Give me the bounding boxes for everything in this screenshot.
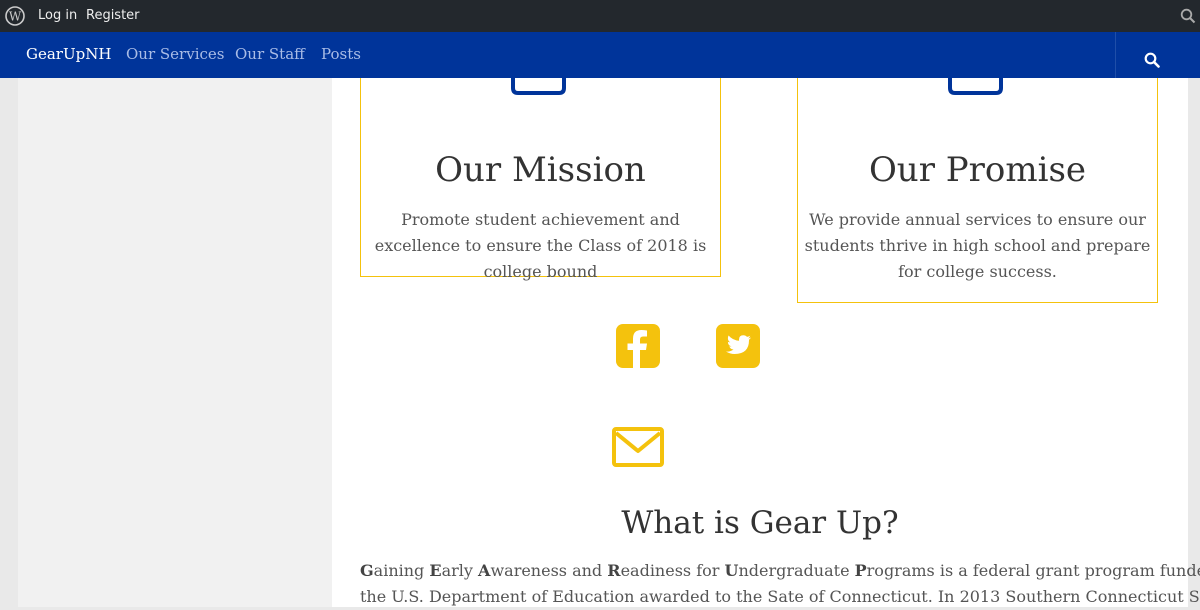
facebook-icon[interactable] bbox=[616, 324, 660, 368]
acronym-part: Gaining bbox=[360, 561, 430, 580]
promise-title: Our Promise bbox=[868, 150, 1087, 190]
admin-bar: W Log in Register bbox=[0, 0, 1200, 32]
nav-item-our-staff[interactable]: Our Staff bbox=[235, 45, 305, 63]
laptop-icon bbox=[948, 78, 1003, 95]
gear-up-title: What is Gear Up? bbox=[621, 505, 899, 541]
nav-item-our-services[interactable]: Our Services bbox=[126, 45, 224, 63]
wordpress-icon[interactable]: W bbox=[5, 6, 25, 26]
nav-search-button[interactable] bbox=[1115, 32, 1200, 78]
acronym-part: Programs bbox=[854, 561, 935, 580]
page-margin-right bbox=[1188, 78, 1200, 607]
mission-text: Promote student achievement and excellen… bbox=[374, 210, 707, 281]
email-icon[interactable] bbox=[612, 427, 664, 469]
twitter-icon[interactable] bbox=[716, 324, 760, 368]
promise-card: Our Promise We provide annual services t… bbox=[797, 78, 1158, 303]
gear-up-description: Gaining Early Awareness and Readiness fo… bbox=[360, 558, 1200, 610]
description-line2: the U.S. Department of Education awarded… bbox=[360, 587, 1200, 606]
site-brand[interactable]: GearUpNH bbox=[26, 45, 111, 63]
laptop-icon bbox=[511, 78, 566, 95]
main-navigation: GearUpNH Our Services Our Staff Posts bbox=[0, 32, 1200, 78]
mission-title: Our Mission bbox=[435, 150, 646, 190]
description-line1-tail: is a federal grant program funded by bbox=[939, 561, 1200, 580]
search-icon[interactable] bbox=[1180, 8, 1196, 24]
acronym-part: Undergraduate bbox=[724, 561, 855, 580]
page-margin-left bbox=[0, 78, 18, 607]
register-link[interactable]: Register bbox=[86, 8, 140, 23]
login-link[interactable]: Log in bbox=[38, 8, 77, 23]
acronym-part: Awareness and bbox=[478, 561, 608, 580]
svg-text:W: W bbox=[9, 10, 22, 24]
sidebar bbox=[18, 78, 332, 607]
mission-card: Our Mission Promote student achievement … bbox=[360, 78, 721, 281]
acronym-part: Early bbox=[429, 561, 479, 580]
search-icon bbox=[1144, 52, 1160, 68]
promise-text: We provide annual services to ensure our… bbox=[804, 210, 1151, 281]
acronym-part: Readiness for bbox=[607, 561, 725, 580]
nav-item-posts[interactable]: Posts bbox=[321, 45, 361, 63]
